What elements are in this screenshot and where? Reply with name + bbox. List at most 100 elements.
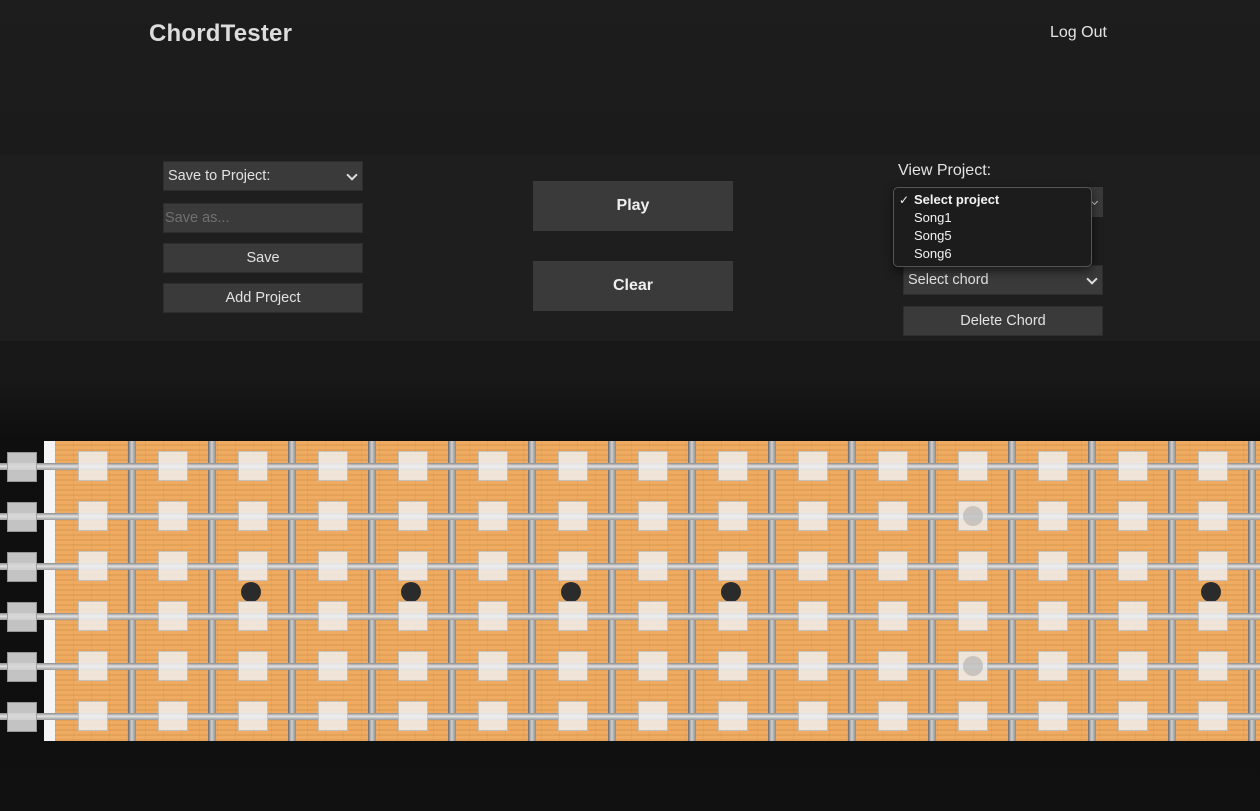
fret-pad[interactable]	[398, 451, 428, 481]
fret-pad[interactable]	[78, 651, 108, 681]
project-dropdown-menu[interactable]: ✓ Select project Song1 Song5 Song6	[893, 187, 1092, 267]
fret-pad[interactable]	[1198, 701, 1228, 731]
fret-pad[interactable]	[958, 701, 988, 731]
fret-pad[interactable]	[718, 501, 748, 531]
fret-pad[interactable]	[478, 501, 508, 531]
fret-pad[interactable]	[1198, 651, 1228, 681]
fret-pad[interactable]	[638, 701, 668, 731]
fret-pad[interactable]	[1038, 501, 1068, 531]
fret-pad[interactable]	[78, 551, 108, 581]
open-string-pad[interactable]	[7, 702, 37, 732]
fret-pad[interactable]	[1038, 651, 1068, 681]
fret-pad[interactable]	[958, 601, 988, 631]
save-as-input[interactable]: Save as...	[163, 203, 363, 233]
fret-pad[interactable]	[478, 601, 508, 631]
fret-pad[interactable]	[238, 601, 268, 631]
fret-pad[interactable]	[878, 451, 908, 481]
fret-pad[interactable]	[798, 651, 828, 681]
open-string-pad[interactable]	[7, 552, 37, 582]
add-project-button[interactable]: Add Project	[163, 283, 363, 313]
fret-pad[interactable]	[78, 451, 108, 481]
fret-pad[interactable]	[878, 551, 908, 581]
fret-pad[interactable]	[718, 701, 748, 731]
fret-pad[interactable]	[1038, 701, 1068, 731]
fret-pad[interactable]	[958, 501, 988, 531]
save-to-project-select[interactable]: Save to Project:	[163, 161, 363, 191]
fret-pad[interactable]	[238, 451, 268, 481]
dropdown-option[interactable]: ✓ Select project	[894, 191, 1091, 209]
fret-pad[interactable]	[478, 451, 508, 481]
fret-pad[interactable]	[1118, 551, 1148, 581]
fret-pad[interactable]	[558, 701, 588, 731]
fret-pad[interactable]	[318, 601, 348, 631]
fret-pad[interactable]	[78, 601, 108, 631]
fret-pad[interactable]	[158, 501, 188, 531]
fret-pad[interactable]	[238, 501, 268, 531]
delete-chord-button[interactable]: Delete Chord	[903, 306, 1103, 336]
fret-pad[interactable]	[398, 551, 428, 581]
fret-pad[interactable]	[798, 501, 828, 531]
fret-pad[interactable]	[238, 701, 268, 731]
play-button[interactable]: Play	[533, 181, 733, 231]
fret-pad[interactable]	[1038, 451, 1068, 481]
fret-pad[interactable]	[78, 701, 108, 731]
fret-pad[interactable]	[478, 551, 508, 581]
select-chord-select[interactable]: Select chord	[903, 265, 1103, 295]
fret-pad[interactable]	[798, 701, 828, 731]
fret-pad[interactable]	[478, 701, 508, 731]
fret-pad[interactable]	[398, 501, 428, 531]
fret-pad[interactable]	[398, 651, 428, 681]
fret-pad[interactable]	[958, 451, 988, 481]
fret-pad[interactable]	[1198, 551, 1228, 581]
fret-pad[interactable]	[638, 651, 668, 681]
fret-pad[interactable]	[718, 551, 748, 581]
fret-pad[interactable]	[798, 551, 828, 581]
fret-pad[interactable]	[638, 501, 668, 531]
fret-pad[interactable]	[158, 451, 188, 481]
fret-pad[interactable]	[718, 651, 748, 681]
fret-pad[interactable]	[1038, 601, 1068, 631]
fret-pad[interactable]	[1118, 601, 1148, 631]
fret-pad[interactable]	[318, 501, 348, 531]
fret-pad[interactable]	[158, 701, 188, 731]
fret-pad[interactable]	[1118, 501, 1148, 531]
fret-pad[interactable]	[1118, 451, 1148, 481]
clear-button[interactable]: Clear	[533, 261, 733, 311]
fret-pad[interactable]	[158, 601, 188, 631]
fret-pad[interactable]	[1198, 451, 1228, 481]
dropdown-option[interactable]: Song1	[894, 209, 1091, 227]
fret-pad[interactable]	[638, 451, 668, 481]
fret-pad[interactable]	[1038, 551, 1068, 581]
dropdown-option[interactable]: Song6	[894, 245, 1091, 263]
fret-pad[interactable]	[718, 451, 748, 481]
open-string-pad[interactable]	[7, 502, 37, 532]
fret-pad[interactable]	[558, 501, 588, 531]
open-string-pad[interactable]	[7, 602, 37, 632]
fret-pad[interactable]	[478, 651, 508, 681]
fret-pad[interactable]	[878, 651, 908, 681]
fret-pad[interactable]	[1198, 501, 1228, 531]
fret-pad[interactable]	[878, 701, 908, 731]
fret-pad[interactable]	[318, 701, 348, 731]
save-button[interactable]: Save	[163, 243, 363, 273]
fret-pad[interactable]	[798, 451, 828, 481]
fret-pad[interactable]	[718, 601, 748, 631]
fret-pad[interactable]	[638, 601, 668, 631]
logout-link[interactable]: Log Out	[1050, 24, 1107, 42]
fret-pad[interactable]	[158, 551, 188, 581]
fret-pad[interactable]	[638, 551, 668, 581]
fret-pad[interactable]	[78, 501, 108, 531]
fret-pad[interactable]	[558, 601, 588, 631]
fret-pad[interactable]	[958, 651, 988, 681]
fret-pad[interactable]	[558, 651, 588, 681]
fret-pad[interactable]	[798, 601, 828, 631]
fret-pad[interactable]	[878, 601, 908, 631]
fret-pad[interactable]	[558, 551, 588, 581]
dropdown-option[interactable]: Song5	[894, 227, 1091, 245]
open-string-pad[interactable]	[7, 652, 37, 682]
fret-pad[interactable]	[238, 651, 268, 681]
fret-pad[interactable]	[318, 651, 348, 681]
fret-pad[interactable]	[878, 501, 908, 531]
fret-pad[interactable]	[398, 601, 428, 631]
fret-pad[interactable]	[958, 551, 988, 581]
